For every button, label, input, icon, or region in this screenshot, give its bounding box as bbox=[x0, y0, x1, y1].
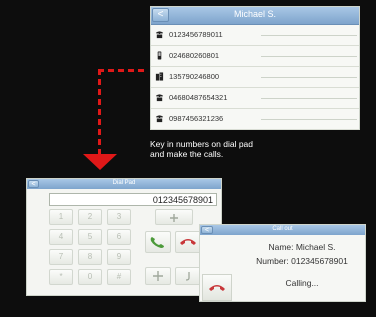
building-phone-icon bbox=[155, 72, 164, 81]
phone-number: 135790246800 bbox=[169, 72, 220, 81]
add-contact-icon bbox=[153, 271, 163, 281]
call-button[interactable] bbox=[145, 231, 171, 253]
phone-number-row[interactable]: 04680487654321 bbox=[151, 88, 359, 109]
key-2[interactable]: 2 bbox=[78, 209, 102, 225]
home-phone-icon bbox=[155, 31, 164, 39]
key-star[interactable]: * bbox=[49, 269, 73, 285]
callee-number: Number: 012345678901 bbox=[256, 256, 348, 266]
key-8[interactable]: 8 bbox=[78, 249, 102, 265]
hangup-icon bbox=[180, 239, 196, 245]
dial-pad-window: < Dial Pad 012345678901 1 2 3 4 5 6 7 8 … bbox=[26, 178, 222, 296]
key-5[interactable]: 5 bbox=[78, 229, 102, 245]
arrow-down-icon bbox=[83, 154, 117, 170]
dialed-number-display[interactable]: 012345678901 bbox=[49, 193, 217, 206]
arrow-dashed-vertical bbox=[98, 69, 101, 154]
dial-pad-title: Dial Pad bbox=[112, 180, 136, 186]
phone-number: 0123456789011 bbox=[169, 30, 223, 39]
key-9[interactable]: 9 bbox=[107, 249, 131, 265]
home-phone-icon bbox=[155, 94, 164, 102]
key-3[interactable]: 3 bbox=[107, 209, 131, 225]
backspace-icon bbox=[185, 272, 190, 281]
backspace-button[interactable] bbox=[175, 267, 201, 285]
caption-line: Key in numbers on dial pad bbox=[150, 139, 254, 149]
hangup-button[interactable] bbox=[175, 231, 201, 253]
plus-button[interactable] bbox=[155, 209, 193, 225]
key-7[interactable]: 7 bbox=[49, 249, 73, 265]
phone-number: 0987456321236 bbox=[169, 114, 224, 123]
row-divider bbox=[261, 119, 357, 120]
title-bar: < Michael S. bbox=[151, 7, 359, 25]
key-6[interactable]: 6 bbox=[107, 229, 131, 245]
phone-number: 04680487654321 bbox=[169, 93, 228, 102]
contact-number-list-window: < Michael S. 0123456789011 024680260801 … bbox=[150, 6, 360, 130]
row-divider bbox=[261, 56, 357, 57]
title-bar: < Call out bbox=[200, 225, 365, 235]
caption-line: and make the calls. bbox=[150, 149, 224, 159]
row-divider bbox=[261, 35, 357, 36]
phone-number-row[interactable]: 0987456321236 bbox=[151, 109, 359, 130]
phone-number-row[interactable]: 024680260801 bbox=[151, 46, 359, 67]
end-call-button[interactable] bbox=[202, 274, 232, 301]
title-bar: < Dial Pad bbox=[27, 179, 221, 189]
key-1[interactable]: 1 bbox=[49, 209, 73, 225]
mobile-phone-icon bbox=[157, 51, 162, 60]
row-divider bbox=[261, 77, 357, 78]
instruction-caption: Key in numbers on dial pad and make the … bbox=[150, 139, 350, 159]
call-out-window: < Call out Name: Michael S. Number: 0123… bbox=[199, 224, 366, 302]
key-4[interactable]: 4 bbox=[49, 229, 73, 245]
phone-number: 024680260801 bbox=[169, 51, 220, 60]
key-hash[interactable]: # bbox=[107, 269, 131, 285]
hangup-icon bbox=[209, 285, 225, 291]
callee-name: Name: Michael S. bbox=[268, 242, 336, 252]
key-0[interactable]: 0 bbox=[78, 269, 102, 285]
add-contact-button[interactable] bbox=[145, 267, 171, 285]
contact-name-title: Michael S. bbox=[233, 9, 277, 19]
call-status: Calling... bbox=[285, 278, 319, 288]
arrow-dashed-horizontal bbox=[98, 69, 148, 72]
call-icon bbox=[150, 237, 164, 248]
call-out-title: Call out bbox=[272, 226, 293, 232]
plus-icon bbox=[170, 214, 178, 222]
row-divider bbox=[261, 98, 357, 99]
phone-number-row[interactable]: 135790246800 bbox=[151, 67, 359, 88]
phone-number-row[interactable]: 0123456789011 bbox=[151, 25, 359, 46]
home-phone-icon bbox=[155, 115, 164, 123]
